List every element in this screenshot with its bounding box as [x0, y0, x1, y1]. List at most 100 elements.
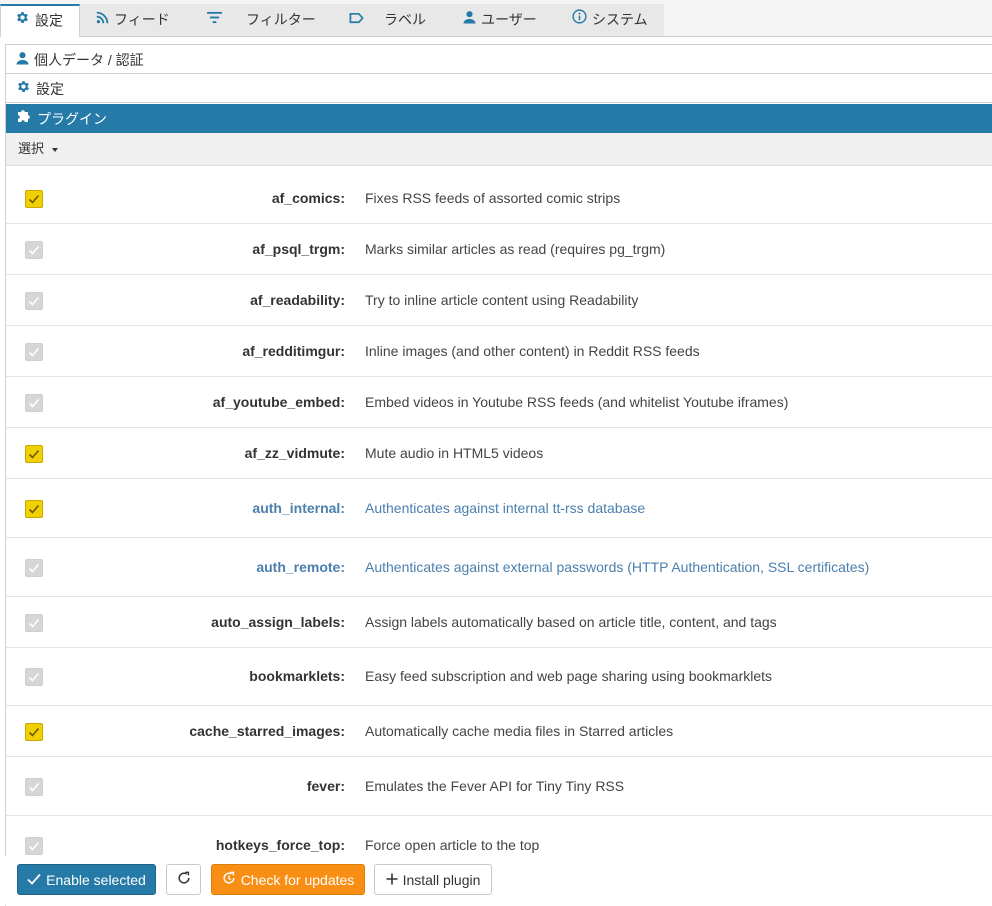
plugins-toolbar: 選択: [6, 133, 992, 166]
plugin-row: af_readability: Try to inline article con…: [6, 275, 992, 326]
preferences-tabbar: 設定 フィード フィルター ラベル ユーザー システム: [0, 0, 992, 37]
plugin-name: cache_starred_images:: [189, 723, 345, 739]
plugin-description: Try to inline article content using Read…: [365, 292, 639, 308]
install-plugin-button[interactable]: Install plugin: [374, 864, 492, 895]
rss-icon: [96, 5, 109, 33]
plugin-name: af_comics:: [271, 190, 345, 206]
plugin-description: Easy feed subscription and web page shar…: [365, 668, 773, 684]
plugin-description: Assign labels automatically based on art…: [365, 614, 777, 630]
tab-feeds[interactable]: フィード: [80, 4, 190, 36]
tab-label: システム: [592, 11, 648, 28]
plugin-checkbox[interactable]: [25, 241, 43, 259]
plugin-description: Authenticates against external passwords…: [365, 559, 870, 575]
plugin-name: af_redditimgur:: [242, 343, 345, 359]
plugin-name: auth_remote:: [256, 559, 345, 575]
plugin-description: Automatically cache media files in Starr…: [365, 723, 674, 739]
plugin-description: Marks similar articles as read (requires…: [365, 241, 666, 257]
check-icon: [28, 245, 40, 255]
enable-selected-button[interactable]: Enable selected: [17, 864, 156, 895]
check-icon: [28, 841, 40, 851]
button-label: Check for updates: [240, 871, 355, 888]
plugin-description: Embed videos in Youtube RSS feeds (and w…: [365, 394, 789, 410]
check-icon: [28, 672, 40, 682]
plugin-name: auth_internal:: [252, 500, 345, 516]
plugin-checkbox[interactable]: [25, 668, 43, 686]
accordion-settings[interactable]: 設定: [6, 74, 992, 103]
plugin-description: Force open article to the top: [365, 837, 540, 853]
plugin-row: af_youtube_embed: Embed videos in Youtube…: [6, 377, 992, 428]
accordion-label: 設定: [36, 80, 64, 97]
tab-label: フィルター: [246, 11, 316, 28]
plugin-description: Inline images (and other content) in Red…: [365, 343, 700, 359]
plugin-row: af_redditimgur: Inline images (and other …: [6, 326, 992, 377]
plugin-row: bookmarklets: Easy feed subscription and …: [6, 648, 992, 706]
check-icon: [28, 618, 40, 628]
filter-icon: [207, 5, 222, 33]
user-icon: [16, 46, 29, 75]
plugin-checkbox[interactable]: [25, 778, 43, 796]
check-icon: [28, 504, 40, 514]
plugin-checkbox[interactable]: [25, 500, 43, 518]
plugin-checkbox[interactable]: [25, 343, 43, 361]
plugin-name: hotkeys_force_top:: [215, 837, 345, 853]
plugin-checkbox[interactable]: [25, 445, 43, 463]
accordion-personal-data[interactable]: 個人データ / 認証: [6, 45, 992, 74]
plugin-row: af_psql_trgm: Marks similar articles as r…: [6, 224, 992, 275]
plugin-row: cache_starred_images: Automatically cache…: [6, 706, 992, 757]
update-icon: [222, 866, 236, 895]
check-icon: [28, 782, 40, 792]
plugin-checkbox[interactable]: [25, 394, 43, 412]
plugin-actions: Enable selected Check for updates Instal…: [0, 856, 992, 905]
check-for-updates-button[interactable]: Check for updates: [211, 864, 365, 895]
plugin-name: af_zz_vidmute:: [244, 445, 345, 461]
check-icon: [27, 866, 41, 895]
plugin-name: auto_assign_labels:: [211, 614, 345, 630]
accordion-label: プラグイン: [37, 110, 107, 127]
plugin-description: Authenticates against internal tt-rss da…: [365, 500, 646, 516]
plugin-row: auto_assign_labels: Assign labels automat…: [6, 597, 992, 648]
plugin-checkbox[interactable]: [25, 723, 43, 741]
plugin-description: Fixes RSS feeds of assorted comic strips: [365, 190, 621, 206]
plugin-checkbox[interactable]: [25, 559, 43, 577]
plugin-name: af_readability:: [250, 292, 345, 308]
tab-label: 設定: [35, 12, 63, 29]
check-icon: [28, 727, 40, 737]
refresh-icon: [177, 866, 191, 895]
tab-filters[interactable]: フィルター: [190, 4, 330, 36]
accordion-plugins[interactable]: プラグイン: [6, 104, 992, 133]
preferences-accordion: 個人データ / 認証 設定 プラグイン 選択 af_comics: Fixes R…: [5, 44, 992, 906]
button-label: Install plugin: [402, 871, 481, 888]
check-icon: [28, 347, 40, 357]
check-icon: [28, 194, 40, 204]
caret-down-icon: [52, 147, 59, 152]
gear-icon: [16, 75, 31, 104]
plugin-description: Emulates the Fever API for Tiny Tiny RSS: [365, 778, 625, 794]
plugin-row: af_zz_vidmute: Mute audio in HTML5 videos: [6, 428, 992, 479]
tab-users[interactable]: ユーザー: [446, 4, 556, 36]
plugin-checkbox[interactable]: [25, 837, 43, 855]
tab-label: ユーザー: [481, 11, 537, 28]
tab-label: フィード: [114, 11, 170, 28]
tab-labels[interactable]: ラベル: [330, 4, 446, 36]
tab-preferences[interactable]: 設定: [0, 4, 80, 37]
label-icon: [349, 5, 364, 33]
plus-icon: [386, 866, 398, 895]
plugin-row: fever: Emulates the Fever API for Tiny Ti…: [6, 757, 992, 816]
select-label: 選択: [18, 141, 45, 156]
plugin-description: Mute audio in HTML5 videos: [365, 445, 544, 461]
plugin-name: af_youtube_embed:: [212, 394, 345, 410]
refresh-button[interactable]: [166, 864, 201, 895]
select-dropdown[interactable]: 選択: [12, 138, 64, 160]
gear-icon: [15, 7, 30, 33]
button-label: Enable selected: [46, 871, 146, 888]
plugin-checkbox[interactable]: [25, 190, 43, 208]
user-icon: [463, 5, 476, 33]
plugin-row: auth_remote: Authenticates against extern…: [6, 538, 992, 597]
plugin-checkbox[interactable]: [25, 292, 43, 310]
plugin-name: af_psql_trgm:: [252, 241, 345, 257]
accordion-label: 個人データ / 認証: [34, 51, 144, 68]
tab-system[interactable]: システム: [556, 4, 664, 36]
check-icon: [28, 563, 40, 573]
plugin-checkbox[interactable]: [25, 614, 43, 632]
puzzle-icon: [16, 105, 32, 134]
